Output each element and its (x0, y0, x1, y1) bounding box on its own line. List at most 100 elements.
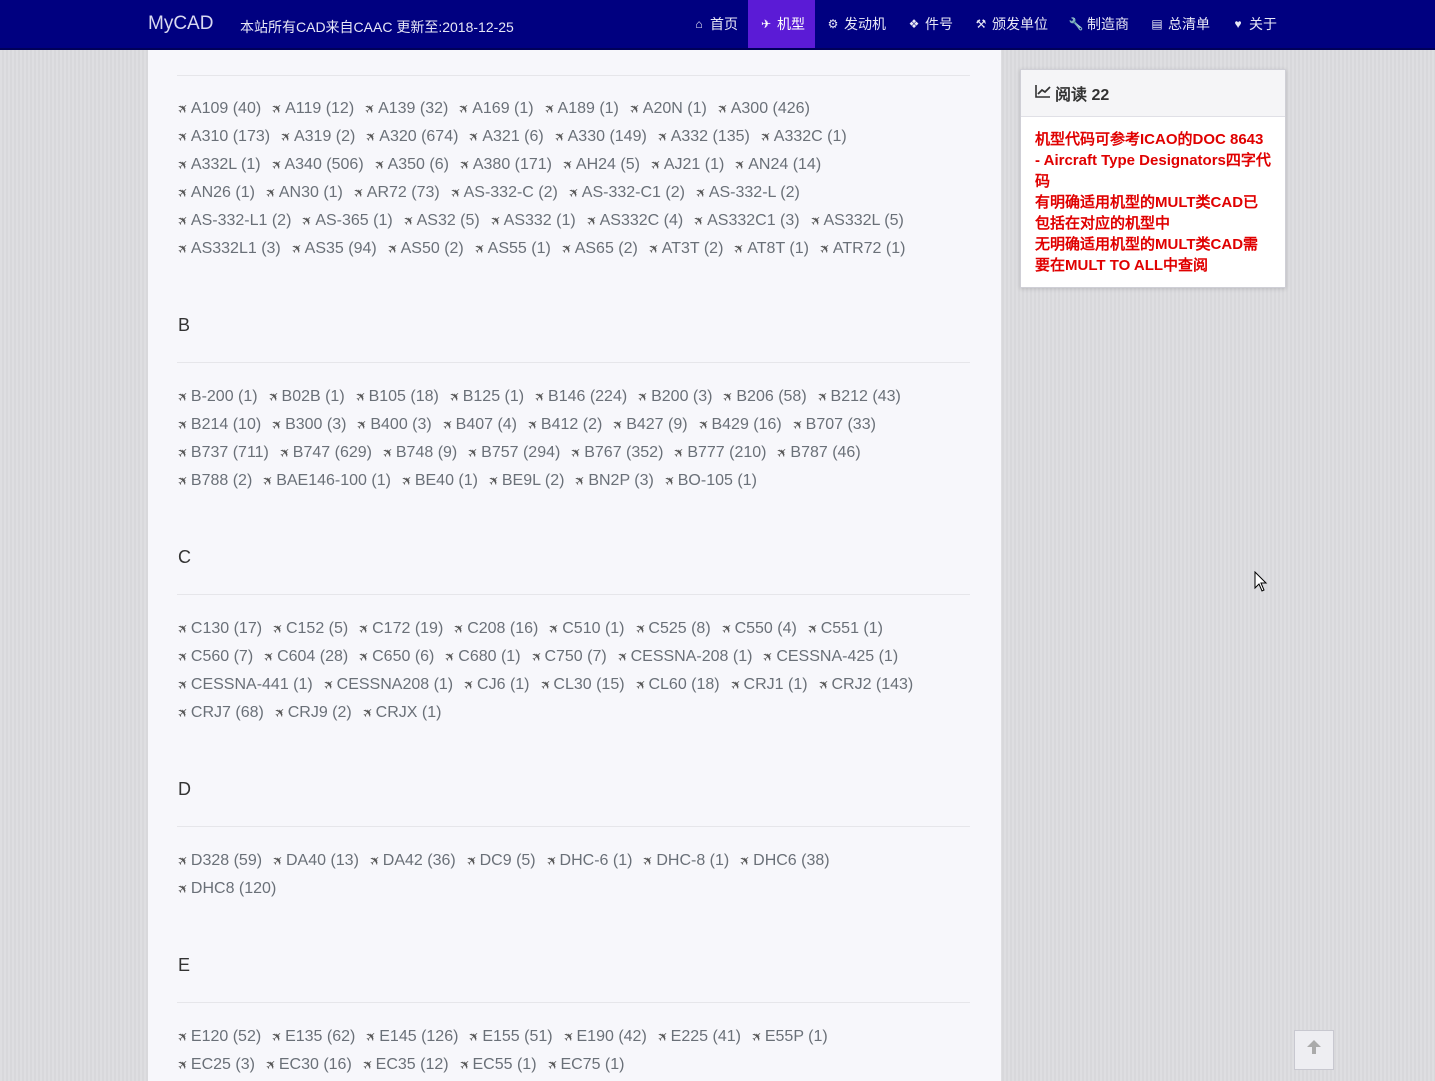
aircraft-type-link[interactable]: ✈B707 (33) (789, 411, 876, 439)
aircraft-type-link[interactable]: ✈AS-332-C1 (2) (565, 179, 685, 207)
aircraft-type-link[interactable]: ✈A169 (1) (455, 95, 533, 123)
aircraft-type-link[interactable]: ✈EC25 (3) (174, 1051, 255, 1079)
aircraft-type-link[interactable]: ✈DA40 (13) (269, 847, 359, 875)
aircraft-type-link[interactable]: ✈EC30 (16) (262, 1051, 352, 1079)
brand-logo[interactable]: MyCAD (148, 13, 213, 35)
aircraft-type-link[interactable]: ✈C152 (5) (269, 615, 348, 643)
aircraft-type-link[interactable]: ✈DHC6 (38) (736, 847, 829, 875)
aircraft-type-link[interactable]: ✈A310 (173) (174, 123, 270, 151)
aircraft-type-link[interactable]: ✈AS55 (1) (471, 235, 551, 263)
aircraft-type-link[interactable]: ✈B767 (352) (567, 439, 663, 467)
aircraft-type-link[interactable]: ✈AS332C (4) (583, 207, 684, 235)
aircraft-type-link[interactable]: ✈E190 (42) (560, 1023, 647, 1051)
aircraft-type-link[interactable]: ✈A350 (6) (371, 151, 449, 179)
aircraft-type-link[interactable]: ✈CESSNA-425 (1) (759, 643, 898, 671)
aircraft-type-link[interactable]: ✈CESSNA208 (1) (320, 671, 453, 699)
aircraft-type-link[interactable]: ✈DA42 (36) (366, 847, 456, 875)
aircraft-type-link[interactable]: ✈AS-332-L (2) (692, 179, 800, 207)
nav-item[interactable]: ⚙ 发动机 (815, 0, 896, 48)
aircraft-type-link[interactable]: ✈C550 (4) (718, 615, 797, 643)
aircraft-type-link[interactable]: ✈AS332 (1) (487, 207, 576, 235)
aircraft-type-link[interactable]: ✈BO-105 (1) (661, 467, 757, 495)
aircraft-type-link[interactable]: ✈BN2P (3) (571, 467, 653, 495)
aircraft-type-link[interactable]: ✈CRJX (1) (359, 699, 442, 727)
aircraft-type-link[interactable]: ✈A119 (12) (268, 95, 354, 123)
aircraft-type-link[interactable]: ✈EC35 (12) (359, 1051, 449, 1079)
back-to-top-button[interactable] (1294, 1030, 1334, 1070)
aircraft-type-link[interactable]: ✈AT3T (2) (645, 235, 724, 263)
aircraft-type-link[interactable]: ✈B412 (2) (524, 411, 602, 439)
aircraft-type-link[interactable]: ✈CL60 (18) (632, 671, 720, 699)
aircraft-type-link[interactable]: ✈C172 (19) (355, 615, 443, 643)
aircraft-type-link[interactable]: ✈E135 (62) (268, 1023, 355, 1051)
aircraft-type-link[interactable]: ✈B146 (224) (531, 383, 627, 411)
aircraft-type-link[interactable]: ✈E145 (126) (362, 1023, 458, 1051)
aircraft-type-link[interactable]: ✈C650 (6) (355, 643, 434, 671)
aircraft-type-link[interactable]: ✈AS332C1 (3) (690, 207, 799, 235)
aircraft-type-link[interactable]: ✈C604 (28) (260, 643, 348, 671)
aircraft-type-link[interactable]: ✈AS-365 (1) (298, 207, 392, 235)
aircraft-type-link[interactable]: ✈A340 (506) (268, 151, 364, 179)
aircraft-type-link[interactable]: ✈AS-332-C (2) (447, 179, 558, 207)
aircraft-type-link[interactable]: ✈DHC8 (120) (174, 875, 276, 903)
aircraft-type-link[interactable]: ✈E155 (51) (465, 1023, 552, 1051)
aircraft-type-link[interactable]: ✈AN30 (1) (262, 179, 343, 207)
aircraft-type-link[interactable]: ✈C525 (8) (631, 615, 710, 643)
aircraft-type-link[interactable]: ✈AN24 (14) (731, 151, 821, 179)
aircraft-type-link[interactable]: ✈A332 (135) (654, 123, 750, 151)
aircraft-type-link[interactable]: ✈D328 (59) (174, 847, 262, 875)
aircraft-type-link[interactable]: ✈C510 (1) (545, 615, 624, 643)
nav-item[interactable]: ✈ 机型 (748, 0, 815, 48)
aircraft-type-link[interactable]: ✈AH24 (5) (559, 151, 640, 179)
aircraft-type-link[interactable]: ✈B407 (4) (439, 411, 517, 439)
aircraft-type-link[interactable]: ✈CRJ2 (143) (814, 671, 913, 699)
aircraft-type-link[interactable]: ✈B400 (3) (353, 411, 431, 439)
aircraft-type-link[interactable]: ✈AS332L1 (3) (174, 235, 281, 263)
aircraft-type-link[interactable]: ✈CESSNA-208 (1) (614, 643, 753, 671)
aircraft-type-link[interactable]: ✈A319 (2) (277, 123, 355, 151)
aircraft-type-link[interactable]: ✈E55P (1) (748, 1023, 828, 1051)
aircraft-type-link[interactable]: ✈B-200 (1) (174, 383, 258, 411)
nav-item[interactable]: 🔧 制造商 (1058, 0, 1139, 48)
aircraft-type-link[interactable]: ✈CRJ1 (1) (727, 671, 808, 699)
aircraft-type-link[interactable]: ✈AS332L (5) (807, 207, 904, 235)
aircraft-type-link[interactable]: ✈B214 (10) (174, 411, 261, 439)
aircraft-type-link[interactable]: ✈C551 (1) (804, 615, 883, 643)
aircraft-type-link[interactable]: ✈DC9 (5) (463, 847, 536, 875)
aircraft-type-link[interactable]: ✈BE9L (2) (485, 467, 565, 495)
aircraft-type-link[interactable]: ✈E120 (52) (174, 1023, 261, 1051)
nav-item[interactable]: ♥ 关于 (1220, 0, 1287, 48)
nav-item[interactable]: ⚒ 颁发单位 (963, 0, 1058, 48)
aircraft-type-link[interactable]: ✈AT8T (1) (730, 235, 809, 263)
aircraft-type-link[interactable]: ✈B737 (711) (174, 439, 269, 467)
nav-item[interactable]: ▤ 总清单 (1139, 0, 1220, 48)
nav-item[interactable]: ⌂ 首页 (681, 0, 748, 48)
aircraft-type-link[interactable]: ✈B200 (3) (634, 383, 712, 411)
aircraft-type-link[interactable]: ✈A332C (1) (757, 123, 847, 151)
aircraft-type-link[interactable]: ✈A332L (1) (174, 151, 261, 179)
nav-item[interactable]: ❖ 件号 (896, 0, 963, 48)
aircraft-type-link[interactable]: ✈B125 (1) (446, 383, 524, 411)
aircraft-type-link[interactable]: ✈AS32 (5) (400, 207, 480, 235)
aircraft-type-link[interactable]: ✈AS-332-L1 (2) (174, 207, 291, 235)
aircraft-type-link[interactable]: ✈BE40 (1) (398, 467, 478, 495)
aircraft-type-link[interactable]: ✈B777 (210) (670, 439, 766, 467)
aircraft-type-link[interactable]: ✈AS35 (94) (288, 235, 377, 263)
aircraft-type-link[interactable]: ✈C750 (7) (527, 643, 606, 671)
aircraft-type-link[interactable]: ✈B02B (1) (265, 383, 345, 411)
aircraft-type-link[interactable]: ✈A300 (426) (714, 95, 810, 123)
aircraft-type-link[interactable]: ✈B429 (16) (695, 411, 782, 439)
aircraft-type-link[interactable]: ✈A20N (1) (626, 95, 707, 123)
aircraft-type-link[interactable]: ✈CESSNA-441 (1) (174, 671, 313, 699)
aircraft-type-link[interactable]: ✈A321 (6) (465, 123, 543, 151)
aircraft-type-link[interactable]: ✈B747 (629) (276, 439, 372, 467)
aircraft-type-link[interactable]: ✈C680 (1) (441, 643, 520, 671)
aircraft-type-link[interactable]: ✈C130 (17) (174, 615, 262, 643)
aircraft-type-link[interactable]: ✈CJ6 (1) (460, 671, 529, 699)
aircraft-type-link[interactable]: ✈B788 (2) (174, 467, 252, 495)
aircraft-type-link[interactable]: ✈A380 (171) (456, 151, 552, 179)
aircraft-type-link[interactable]: ✈ATR72 (1) (816, 235, 906, 263)
aircraft-type-link[interactable]: ✈AS50 (2) (384, 235, 464, 263)
aircraft-type-link[interactable]: ✈A139 (32) (361, 95, 448, 123)
aircraft-type-link[interactable]: ✈B787 (46) (773, 439, 860, 467)
